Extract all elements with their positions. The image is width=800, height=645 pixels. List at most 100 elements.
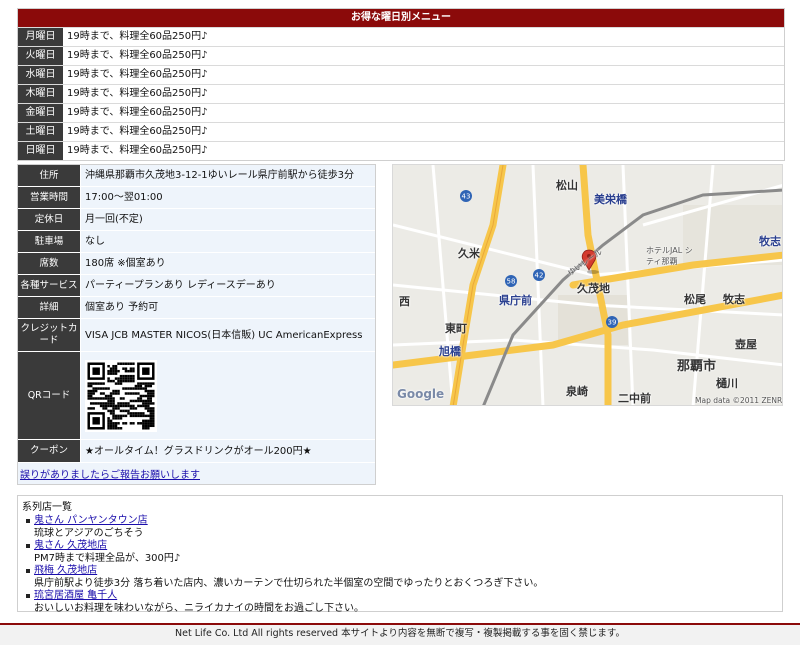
weekday-day: 土曜日 — [18, 123, 64, 141]
map-label-kenchomae: 県庁前 — [499, 294, 532, 307]
bullet-icon — [26, 519, 30, 523]
info-label: クーポン — [18, 440, 81, 462]
report-error-link[interactable]: 誤りがありましたらご報告お願いします — [20, 470, 200, 481]
details-value: 個室あり 予約可 — [85, 302, 159, 313]
info-label: 席数 — [18, 253, 81, 274]
map-label-higashimachi: 東町 — [445, 322, 467, 335]
weekday-row: 金曜日 19時まで、料理全60品250円♪ — [18, 103, 784, 122]
info-row-coupon: クーポン ★オールタイム！グラスドリンクがオール200円★ — [18, 440, 375, 463]
info-row-holiday: 定休日 月一回(不定) — [18, 209, 375, 231]
footer: Net Life Co. Ltd All rights reserved 本サイ… — [0, 623, 800, 645]
info-label: 各種サービス — [18, 275, 81, 296]
sister-store-link[interactable]: 鬼さん 久茂地店 — [34, 540, 107, 552]
qr-value — [81, 352, 375, 439]
info-label: 定休日 — [18, 209, 81, 230]
sister-store-link[interactable]: 飛梅 久茂地店 — [34, 565, 97, 577]
sister-store-name-row: 飛梅 久茂地店 — [26, 565, 778, 577]
weekday-text: 19時まで、料理全60品250円♪ — [67, 126, 208, 137]
weekday-text: 19時まで、料理全60品250円♪ — [67, 31, 208, 42]
svg-text:39: 39 — [608, 319, 617, 327]
weekday-text: 19時まで、料理全60品250円♪ — [67, 107, 208, 118]
weekday-text: 19時まで、料理全60品250円♪ — [67, 88, 208, 99]
sister-store-link[interactable]: 鬼さん パンヤンタウン店 — [34, 515, 148, 527]
weekday-day: 水曜日 — [18, 66, 64, 84]
weekday-row: 木曜日 19時まで、料理全60品250円♪ — [18, 84, 784, 103]
weekday-row: 日曜日 19時まで、料理全60品250円♪ — [18, 141, 784, 160]
holiday-value: 月一回(不定) — [85, 214, 143, 225]
info-label: 駐車場 — [18, 231, 81, 252]
bullet-icon — [26, 544, 30, 548]
sister-store-link[interactable]: 琉宮居酒屋 亀千人 — [34, 590, 117, 602]
weekday-day: 金曜日 — [18, 104, 64, 122]
info-label: クレジットカード — [18, 319, 81, 351]
credit-value: VISA JCB MASTER NICOS(日本信販) UC AmericanE… — [85, 329, 363, 341]
info-row-address: 住所 沖縄県那覇市久茂地3-12-1ゆいレール県庁前駅から徒歩3分 — [18, 165, 375, 187]
sister-store-name-row: 鬼さん 久茂地店 — [26, 540, 778, 552]
map-label-hikawa: 樋川 — [716, 377, 738, 390]
weekday-text: 19時まで、料理全60品250円♪ — [67, 69, 208, 80]
sister-store-item: 鬼さん パンヤンタウン店 琉球とアジアのごちそう — [22, 515, 778, 540]
weekday-day: 日曜日 — [18, 142, 64, 160]
map-label-biei: 美栄橋 — [594, 193, 627, 206]
weekday-menu-title: お得な曜日別メニュー — [18, 9, 784, 27]
weekday-row: 火曜日 19時まで、料理全60品250円♪ — [18, 46, 784, 65]
sister-store-name-row: 鬼さん パンヤンタウン店 — [26, 515, 778, 527]
weekday-day: 月曜日 — [18, 28, 64, 46]
info-row-seats: 席数 180席 ※個室あり — [18, 253, 375, 275]
address-value: 沖縄県那覇市久茂地3-12-1ゆいレール県庁前駅から徒歩3分 — [85, 170, 355, 181]
sister-store-item: 鬼さん 久茂地店 PM7時まで料理全品が、300円♪ — [22, 540, 778, 565]
map-label-naha-city: 那覇市 — [677, 359, 717, 374]
coupon-value: ★オールタイム！グラスドリンクがオール200円★ — [85, 445, 312, 457]
store-map[interactable]: 43 58 42 39 松山 美栄橋 久米 県庁前 久茂地 牧志 牧志 東町 旭… — [392, 164, 783, 406]
weekday-day: 木曜日 — [18, 85, 64, 103]
report-row: 誤りがありましたらご報告お願いします — [18, 463, 375, 484]
map-label-kume: 久米 — [458, 247, 480, 260]
map-label-tsuboya: 壺屋 — [735, 338, 757, 351]
info-row-details: 詳細 個室あり 予約可 — [18, 297, 375, 319]
weekday-row: 水曜日 19時まで、料理全60品250円♪ — [18, 65, 784, 84]
weekday-text: 19時まで、料理全60品250円♪ — [67, 145, 208, 156]
sister-stores-title: 系列店一覧 — [22, 502, 72, 513]
seats-value: 180席 ※個室あり — [85, 258, 166, 269]
weekday-row: 土曜日 19時まで、料理全60品250円♪ — [18, 122, 784, 141]
svg-text:58: 58 — [507, 278, 516, 286]
map-label-nishi: 西 — [399, 295, 410, 308]
map-copyright: Map data ©2011 ZENRIN — [695, 396, 783, 405]
svg-text:42: 42 — [535, 272, 544, 280]
sister-store-name-row: 琉宮居酒屋 亀千人 — [26, 590, 778, 602]
map-label-asahibashi: 旭橋 — [439, 345, 461, 358]
sister-store-desc: 琉球とアジアのごちそう — [34, 528, 144, 539]
map-label-makishi-station: 牧志 — [759, 235, 781, 248]
info-row-credit: クレジットカード VISA JCB MASTER NICOS(日本信販) UC … — [18, 319, 375, 352]
info-row-hours: 営業時間 17:00～翌01:00 — [18, 187, 375, 209]
hours-value: 17:00～翌01:00 — [85, 192, 163, 203]
services-value: パーティープランあり レディースデーあり — [85, 280, 276, 291]
qr-code-image — [85, 359, 157, 432]
map-label-futenma: 二中前 — [618, 392, 651, 405]
weekday-day: 火曜日 — [18, 47, 64, 65]
bullet-icon — [26, 569, 30, 573]
info-label: 住所 — [18, 165, 81, 186]
svg-text:43: 43 — [462, 193, 471, 201]
map-label-kumoji: 久茂地 — [577, 282, 610, 295]
bullet-icon — [26, 594, 30, 598]
store-info-table: 住所 沖縄県那覇市久茂地3-12-1ゆいレール県庁前駅から徒歩3分 営業時間 1… — [17, 164, 376, 485]
info-row-services: 各種サービス パーティープランあり レディースデーあり — [18, 275, 375, 297]
qr-code-graphic — [85, 359, 157, 432]
map-label-makishi: 牧志 — [723, 293, 745, 306]
map-label-matsuyama: 松山 — [556, 179, 578, 192]
weekday-row: 月曜日 19時まで、料理全60品250円♪ — [18, 27, 784, 46]
sister-store-desc: PM7時まで料理全品が、300円♪ — [34, 553, 181, 564]
map-label-matsuo: 松尾 — [684, 293, 706, 306]
sister-store-item: 琉宮居酒屋 亀千人 おいしいお料理を味わいながら、ニライカナイの時間をお過ごし下… — [22, 590, 778, 615]
info-label: 詳細 — [18, 297, 81, 318]
info-row-qr: QRコード — [18, 352, 375, 440]
info-label: 営業時間 — [18, 187, 81, 208]
parking-value: なし — [85, 236, 105, 247]
google-logo: Google — [397, 387, 445, 401]
info-row-parking: 駐車場 なし — [18, 231, 375, 253]
sister-store-item: 飛梅 久茂地店 県庁前駅より徒歩3分 落ち着いた店内、濃いカーテンで仕切られた半… — [22, 565, 778, 590]
weekday-text: 19時まで、料理全60品250円♪ — [67, 50, 208, 61]
map-label-hotel: ホテルJAL シティ那覇 — [646, 246, 693, 266]
sister-stores: 系列店一覧 鬼さん パンヤンタウン店 琉球とアジアのごちそう 鬼さん 久茂地店 … — [17, 495, 783, 615]
